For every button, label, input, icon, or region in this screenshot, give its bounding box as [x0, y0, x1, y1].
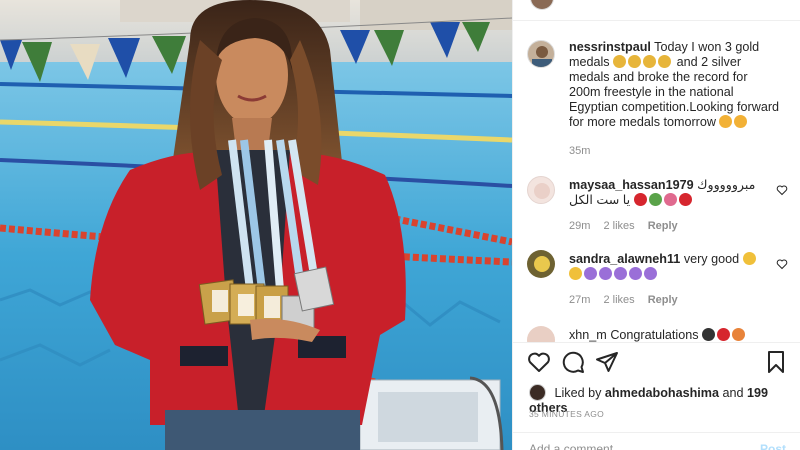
- comment-likes[interactable]: 2 likes: [603, 220, 634, 232]
- comment-meta: 29m 2 likes Reply: [569, 220, 688, 232]
- comment-text: xhn_m Congratulations: [569, 328, 766, 342]
- purple-heart-emoji-icon: [599, 267, 612, 280]
- bookmark-icon[interactable]: [764, 350, 788, 374]
- medal-emoji-icon: [658, 55, 672, 68]
- tiger-emoji-icon: [732, 328, 746, 341]
- comment-text: sandra_alawneh11 very good: [569, 252, 766, 282]
- comment-likes[interactable]: 2 likes: [603, 294, 634, 306]
- pool-scene-image: [0, 0, 512, 450]
- caption-text: nessrinstpaul Today I won 3 gold medals …: [569, 40, 782, 130]
- caption-meta: 35m: [569, 145, 600, 157]
- share-icon[interactable]: [595, 350, 619, 374]
- comment-body: very good: [683, 252, 740, 266]
- post-comment-button[interactable]: Post: [760, 442, 786, 450]
- comment-time: 29m: [569, 220, 591, 232]
- tulip-emoji-icon: [663, 193, 677, 206]
- comment-avatar[interactable]: [527, 326, 555, 342]
- clover-emoji-icon: [648, 193, 662, 206]
- medal-emoji-icon: [613, 55, 627, 68]
- comment-username[interactable]: xhn_m: [569, 328, 607, 342]
- balloon-emoji-icon: [717, 328, 731, 341]
- comment-item: xhn_m Congratulations: [527, 326, 792, 342]
- heart-eyes-emoji-icon: [734, 115, 748, 128]
- medal-emoji-icon: [628, 55, 642, 68]
- comment-avatar[interactable]: [527, 176, 555, 204]
- reply-button[interactable]: Reply: [648, 294, 678, 306]
- liker-avatar[interactable]: [529, 384, 546, 401]
- heart-icon[interactable]: [527, 350, 551, 374]
- likes-prefix: Liked by: [554, 386, 602, 400]
- purple-heart-emoji-icon: [644, 267, 657, 280]
- party-emoji-icon: [702, 328, 716, 341]
- reply-button[interactable]: Reply: [648, 220, 678, 232]
- comment-time: 27m: [569, 294, 591, 306]
- header-divider: [513, 20, 800, 21]
- caption-time: 35m: [569, 145, 591, 157]
- clap-emoji-icon: [569, 267, 582, 280]
- header-avatar[interactable]: [530, 0, 554, 10]
- actions-divider: [513, 342, 800, 343]
- add-comment-input[interactable]: Add a comment...: [529, 442, 623, 450]
- liker-username[interactable]: ahmedabohashima: [605, 386, 719, 400]
- heart-eyes-emoji-icon: [719, 115, 733, 128]
- post-photo[interactable]: [0, 0, 512, 450]
- heart-icon[interactable]: [776, 184, 788, 196]
- action-bar: [527, 350, 788, 376]
- clap-emoji-icon: [742, 252, 756, 265]
- comment-meta: 27m 2 likes Reply: [569, 294, 688, 306]
- red-heart-emoji-icon: [633, 193, 647, 206]
- user-photo-icon: [534, 183, 550, 199]
- post-side-panel: nessrinstpaul Today I won 3 gold medals …: [512, 0, 800, 450]
- medal-emoji-icon: [643, 55, 657, 68]
- comment-username[interactable]: sandra_alawneh11: [569, 252, 680, 266]
- comment-body: Congratulations: [610, 328, 699, 342]
- comment-box-divider: [513, 432, 800, 433]
- likes-and: and: [722, 386, 744, 400]
- user-photo-icon: [534, 256, 550, 272]
- comment-icon[interactable]: [561, 350, 585, 374]
- caption-username[interactable]: nessrinstpaul: [569, 40, 651, 54]
- rose-emoji-icon: [678, 193, 692, 206]
- user-photo-icon: [532, 46, 552, 67]
- purple-heart-emoji-icon: [629, 267, 642, 280]
- purple-heart-emoji-icon: [584, 267, 597, 280]
- purple-heart-emoji-icon: [614, 267, 627, 280]
- comment-text: maysaa_hassan1979 مبروووووك يا ست الكل: [569, 178, 766, 208]
- comment-username[interactable]: maysaa_hassan1979: [569, 178, 694, 192]
- comment-avatar[interactable]: [527, 250, 555, 278]
- caption-avatar[interactable]: [527, 40, 555, 68]
- post-timestamp[interactable]: 35 MINUTES AGO: [529, 409, 604, 419]
- heart-icon[interactable]: [776, 258, 788, 270]
